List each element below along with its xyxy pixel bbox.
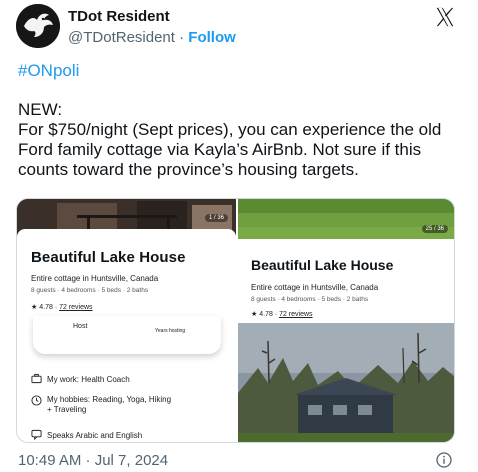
host-label: Host (73, 323, 88, 330)
x-logo-icon[interactable] (434, 6, 456, 28)
host-languages-text: Speaks Arabic and English (47, 431, 143, 440)
tweet-paragraph-new: NEW: (18, 100, 63, 119)
host-languages: Speaks Arabic and English (31, 429, 142, 440)
listing-rating: ★ 4.78 · 72 reviews (31, 304, 93, 311)
author-avatar[interactable] (16, 4, 60, 48)
separator-dot: · (179, 29, 185, 46)
listing-rating: ★ 4.78 · 72 reviews (251, 311, 313, 318)
tweet-timestamp[interactable]: 10:49 AM · Jul 7, 2024 (18, 452, 168, 469)
star-icon: ★ (251, 311, 258, 318)
lawn-photo (238, 199, 454, 239)
host-hobbies: My hobbies: Reading, Yoga, Hiking + Trav… (31, 395, 171, 414)
tweet-paragraph-body: For $750/night (Sept prices), you can ex… (18, 120, 442, 179)
media-image-listing-lawn[interactable]: 25 / 36 Beautiful Lake House Entire cott… (238, 199, 454, 321)
listing-title: Beautiful Lake House (31, 249, 186, 266)
host-card (33, 316, 221, 354)
host-hobbies-text: My hobbies: Reading, Yoga, Hiking + Trav… (47, 395, 197, 415)
listing-card (238, 239, 454, 321)
bird-silhouette-icon (16, 4, 60, 48)
follow-button[interactable]: Follow (188, 29, 236, 46)
listing-subtitle: Entire cottage in Huntsville, Canada (31, 274, 159, 283)
clock-icon (31, 395, 42, 406)
reviews-link: 72 reviews (279, 311, 313, 318)
listing-meta: 8 guests · 4 bedrooms · 5 beds · 2 baths (251, 296, 369, 303)
author-handle-row: @TDotResident · Follow (68, 29, 236, 46)
media-image-listing-host[interactable]: 1 / 36 Beautiful Lake House Entire cotta… (17, 199, 236, 442)
cottage-photo (238, 323, 454, 442)
years-hosting-label: Years hosting (155, 328, 186, 334)
rating-value: 4.78 (39, 304, 53, 311)
listing-subtitle: Entire cottage in Huntsville, Canada (251, 283, 379, 292)
tweet: TDot Resident @TDotResident · Follow #ON… (0, 0, 478, 472)
rating-value: 4.78 (259, 311, 273, 318)
briefcase-icon (31, 373, 42, 384)
photo-counter: 25 / 36 (421, 225, 448, 233)
hashtag-link[interactable]: #ONpoli (18, 61, 79, 81)
listing-meta: 8 guests · 4 bedrooms · 5 beds · 2 baths (31, 287, 149, 294)
speech-bubble-icon (31, 429, 42, 440)
host-hobbies-line-1: My hobbies: Reading, Yoga, Hiking (47, 395, 172, 404)
listing-title: Beautiful Lake House (251, 257, 394, 273)
host-hobbies-line-2: + Traveling (47, 405, 87, 414)
host-work-text: My work: Health Coach (47, 375, 130, 384)
author-handle[interactable]: @TDotResident (68, 29, 175, 46)
media-image-cottage-exterior[interactable] (238, 323, 454, 442)
star-icon: ★ (31, 304, 38, 311)
tweet-text: NEW: For $750/night (Sept prices), you c… (18, 100, 463, 180)
reviews-link: 72 reviews (59, 304, 93, 311)
host-work: My work: Health Coach (31, 373, 130, 384)
author-name[interactable]: TDot Resident (68, 8, 170, 25)
media-grid[interactable]: 1 / 36 Beautiful Lake House Entire cotta… (16, 198, 455, 443)
photo-counter: 1 / 36 (204, 214, 228, 222)
info-circle-icon[interactable] (436, 452, 452, 468)
